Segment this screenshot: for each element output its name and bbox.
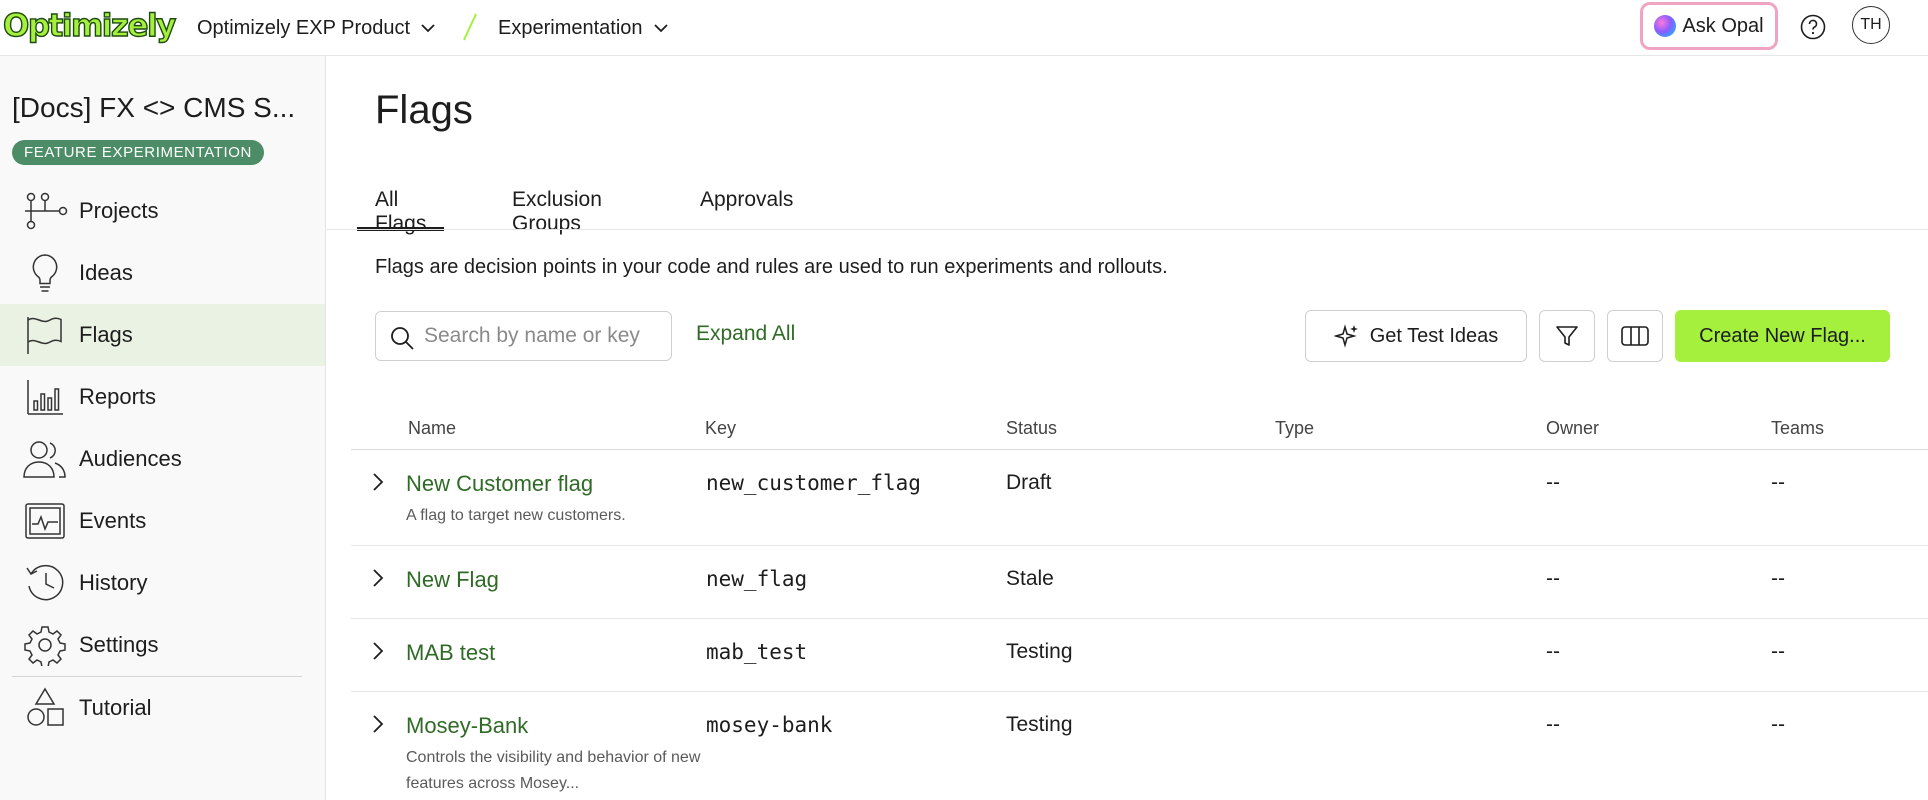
project-name[interactable]: [Docs] FX <> CMS S... bbox=[12, 92, 312, 124]
get-test-ideas-label: Get Test Ideas bbox=[1369, 324, 1499, 347]
section-selector[interactable]: Experimentation bbox=[498, 14, 669, 42]
sidebar-item-reports[interactable]: Reports bbox=[0, 366, 325, 428]
filter-button[interactable] bbox=[1539, 310, 1595, 362]
history-icon bbox=[22, 560, 68, 606]
filter-icon bbox=[1556, 326, 1578, 346]
user-avatar[interactable]: TH bbox=[1852, 6, 1890, 44]
breadcrumb-separator bbox=[463, 13, 477, 41]
bar-chart-icon bbox=[22, 374, 68, 420]
flag-teams: -- bbox=[1771, 471, 1785, 494]
sidebar-item-label: Ideas bbox=[79, 260, 133, 285]
section-selector-label: Experimentation bbox=[498, 16, 643, 39]
sidebar-item-flags[interactable]: Flags bbox=[0, 304, 325, 366]
events-icon bbox=[22, 498, 68, 544]
flag-name-link[interactable]: New Customer flag bbox=[406, 471, 593, 497]
product-badge: FEATURE EXPERIMENTATION bbox=[12, 140, 264, 165]
column-header-owner[interactable]: Owner bbox=[1546, 418, 1599, 439]
flag-key: new_flag bbox=[706, 567, 808, 591]
sidebar-item-ideas[interactable]: Ideas bbox=[0, 242, 325, 304]
table-row[interactable]: Mosey-Bank Controls the visibility and b… bbox=[351, 693, 1928, 800]
flags-table-header: Name Key Status Type Owner Teams bbox=[351, 410, 1928, 450]
flags-intro-text: Flags are decision points in your code a… bbox=[375, 256, 1168, 278]
chevron-right-icon[interactable] bbox=[369, 713, 387, 735]
sidebar-item-label: Audiences bbox=[79, 446, 182, 471]
sidebar-item-history[interactable]: History bbox=[0, 552, 325, 614]
gear-icon bbox=[22, 622, 68, 668]
sidebar-item-label: Flags bbox=[79, 322, 133, 347]
flag-key: new_customer_flag bbox=[706, 471, 921, 495]
sidebar: [Docs] FX <> CMS S... FEATURE EXPERIMENT… bbox=[0, 56, 326, 800]
sparkle-icon bbox=[1333, 324, 1358, 348]
create-new-flag-button[interactable]: Create New Flag... bbox=[1675, 310, 1890, 362]
sidebar-item-label: History bbox=[79, 570, 148, 595]
flag-teams: -- bbox=[1771, 567, 1785, 590]
sidebar-item-audiences[interactable]: Audiences bbox=[0, 428, 325, 490]
page-title: Flags bbox=[375, 88, 473, 132]
flag-key: mab_test bbox=[706, 640, 808, 664]
flag-owner: -- bbox=[1546, 713, 1560, 736]
flag-status: Draft bbox=[1006, 471, 1052, 494]
chevron-down-icon bbox=[421, 24, 435, 33]
sidebar-item-label: Tutorial bbox=[79, 695, 152, 720]
expand-all-link[interactable]: Expand All bbox=[696, 322, 795, 346]
table-row[interactable]: New Flag new_flag Stale -- -- bbox=[351, 547, 1928, 619]
sidebar-item-events[interactable]: Events bbox=[0, 490, 325, 552]
lightbulb-icon bbox=[22, 250, 68, 296]
search-icon bbox=[391, 327, 414, 350]
flag-key: mosey-bank bbox=[706, 713, 833, 737]
projects-icon bbox=[22, 188, 68, 234]
sidebar-item-projects[interactable]: Projects bbox=[0, 180, 325, 242]
get-test-ideas-button[interactable]: Get Test Ideas bbox=[1305, 310, 1527, 362]
ask-opal-label: Ask Opal bbox=[1682, 14, 1764, 37]
flag-name-link[interactable]: MAB test bbox=[406, 640, 495, 666]
product-selector-label: Optimizely EXP Product bbox=[197, 16, 411, 39]
flag-teams: -- bbox=[1771, 713, 1785, 736]
opal-orb-icon bbox=[1654, 15, 1677, 37]
flag-status: Testing bbox=[1006, 640, 1073, 663]
chevron-right-icon[interactable] bbox=[369, 471, 387, 493]
column-header-type[interactable]: Type bbox=[1275, 418, 1314, 439]
sidebar-item-label: Reports bbox=[79, 384, 157, 409]
flag-status: Stale bbox=[1006, 567, 1054, 590]
column-header-teams[interactable]: Teams bbox=[1771, 418, 1824, 439]
column-header-status[interactable]: Status bbox=[1006, 418, 1057, 439]
table-row[interactable]: New Customer flag A flag to target new c… bbox=[351, 451, 1928, 546]
flag-owner: -- bbox=[1546, 471, 1560, 494]
sidebar-item-tutorial[interactable]: Tutorial bbox=[0, 677, 325, 739]
question-circle-icon[interactable] bbox=[1799, 13, 1827, 41]
columns-button[interactable] bbox=[1607, 310, 1663, 362]
columns-icon bbox=[1621, 326, 1649, 346]
flag-owner: -- bbox=[1546, 567, 1560, 590]
tab-approvals[interactable]: Approvals bbox=[682, 180, 811, 231]
shapes-icon bbox=[22, 685, 68, 731]
chevron-right-icon[interactable] bbox=[369, 640, 387, 662]
column-header-name[interactable]: Name bbox=[408, 418, 456, 439]
column-header-key[interactable]: Key bbox=[705, 418, 736, 439]
tab-all-flags[interactable]: All Flags bbox=[357, 180, 445, 235]
flag-description: Controls the visibility and behavior of … bbox=[406, 749, 701, 792]
sidebar-item-settings[interactable]: Settings bbox=[0, 614, 325, 676]
sidebar-item-label: Settings bbox=[79, 632, 159, 657]
flag-owner: -- bbox=[1546, 640, 1560, 663]
chevron-down-icon bbox=[653, 24, 668, 33]
optimizely-logo[interactable]: Optimizely bbox=[2, 6, 177, 46]
product-selector[interactable]: Optimizely EXP Product bbox=[197, 14, 436, 42]
top-bar: Optimizely Optimizely EXP Product Experi… bbox=[0, 0, 1928, 56]
flag-icon bbox=[22, 312, 68, 358]
chevron-right-icon[interactable] bbox=[369, 567, 387, 589]
flag-search[interactable] bbox=[375, 311, 672, 361]
flag-teams: -- bbox=[1771, 640, 1785, 663]
users-icon bbox=[22, 436, 68, 482]
flag-description: A flag to target new customers. bbox=[406, 507, 626, 524]
flag-name-link[interactable]: Mosey-Bank bbox=[406, 713, 528, 739]
flag-status: Testing bbox=[1006, 713, 1073, 736]
tabs-divider bbox=[327, 229, 1928, 230]
ask-opal-button[interactable]: Ask Opal bbox=[1640, 2, 1778, 50]
sidebar-item-label: Events bbox=[79, 508, 147, 533]
flag-name-link[interactable]: New Flag bbox=[406, 567, 499, 593]
tab-exclusion-groups[interactable]: Exclusion Groups bbox=[494, 180, 620, 235]
sidebar-item-label: Projects bbox=[79, 198, 159, 223]
table-row[interactable]: MAB test mab_test Testing -- -- bbox=[351, 620, 1928, 692]
search-input[interactable] bbox=[424, 312, 664, 360]
